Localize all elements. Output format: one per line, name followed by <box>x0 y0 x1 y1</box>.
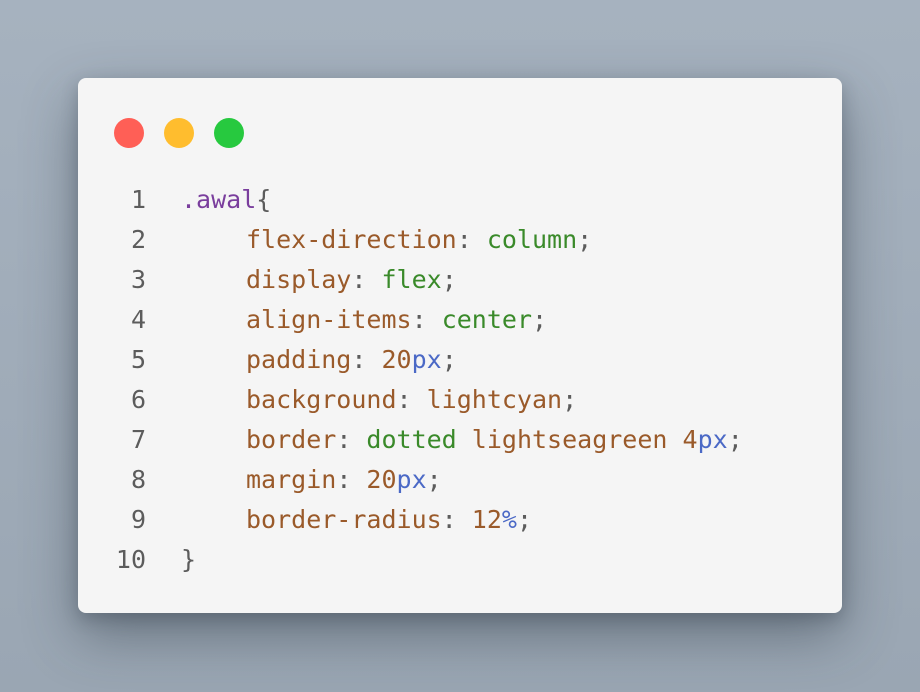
code-line: 6 background: lightcyan; <box>78 380 842 420</box>
code-token: dotted <box>366 425 457 454</box>
code-token: column <box>486 225 578 254</box>
code-token: display <box>246 265 352 294</box>
code-block: 1 .awal{2 flex-direction: column; 3 display:… <box>78 180 842 580</box>
code-text: border-radius: 12%; <box>181 500 532 540</box>
code-line: 10} <box>78 540 842 580</box>
code-line: 8 margin: 20px; <box>78 460 842 500</box>
code-token: ; <box>727 425 743 454</box>
code-token: 4 <box>682 425 698 454</box>
close-dot-icon[interactable] <box>114 118 144 148</box>
code-text: } <box>181 540 196 580</box>
code-token: ; <box>562 385 578 414</box>
code-token: .awal <box>181 185 257 214</box>
code-token: 20 <box>381 345 412 374</box>
code-token: % <box>501 505 517 534</box>
code-token: flex <box>381 265 442 294</box>
code-token: padding <box>246 345 352 374</box>
code-token: margin <box>246 465 337 494</box>
code-token: border-radius <box>246 505 442 534</box>
code-token: flex-direction <box>246 225 457 254</box>
code-line: 2 flex-direction: column; <box>78 220 842 260</box>
code-text: background: lightcyan; <box>181 380 577 420</box>
code-token: px <box>411 345 442 374</box>
code-line: 7 border: dotted lightseagreen 4px; <box>78 420 842 460</box>
line-number: 9 <box>130 505 146 534</box>
code-text: padding: 20px; <box>181 340 457 380</box>
code-token: center <box>441 305 532 334</box>
code-token: } <box>181 545 197 574</box>
code-text: border: dotted lightseagreen 4px; <box>181 420 743 460</box>
code-token: 20 <box>366 465 397 494</box>
line-number: 10 <box>115 545 146 574</box>
code-token: ; <box>532 305 548 334</box>
code-token: : <box>351 345 382 374</box>
code-token: background <box>246 385 397 414</box>
code-text: margin: 20px; <box>181 460 442 500</box>
code-line: 9 border-radius: 12%; <box>78 500 842 540</box>
line-number: 2 <box>130 225 146 254</box>
line-number: 1 <box>130 185 146 214</box>
maximize-dot-icon[interactable] <box>214 118 244 148</box>
code-token: : <box>351 265 382 294</box>
line-number: 3 <box>130 265 146 294</box>
code-line: 3 display: flex; <box>78 260 842 300</box>
code-text: flex-direction: column; <box>181 220 592 260</box>
code-line: 1 .awal{ <box>78 180 842 220</box>
code-token: border <box>246 425 337 454</box>
code-token: { <box>256 185 272 214</box>
code-window: 1 .awal{2 flex-direction: column; 3 display:… <box>78 78 842 613</box>
code-token: ; <box>441 265 457 294</box>
minimize-dot-icon[interactable] <box>164 118 194 148</box>
line-number: 5 <box>130 345 146 374</box>
line-number: 7 <box>130 425 146 454</box>
line-number: 6 <box>130 385 146 414</box>
code-text: .awal{ <box>181 180 271 220</box>
line-number: 8 <box>130 465 146 494</box>
line-number: 4 <box>130 305 146 334</box>
code-token: : <box>396 385 427 414</box>
code-token: : <box>336 425 367 454</box>
code-token: 12 <box>471 505 502 534</box>
code-token: px <box>396 465 427 494</box>
code-token: : <box>411 305 442 334</box>
code-token: ; <box>426 465 442 494</box>
code-token: align-items <box>246 305 412 334</box>
code-token: ; <box>577 225 593 254</box>
code-token: : <box>336 465 367 494</box>
code-token: px <box>697 425 728 454</box>
code-text: align-items: center; <box>181 300 547 340</box>
code-token: lightcyan <box>426 385 563 414</box>
code-line: 4 align-items: center; <box>78 300 842 340</box>
code-line: 5 padding: 20px; <box>78 340 842 380</box>
code-token: ; <box>516 505 533 534</box>
code-text: display: flex; <box>181 260 457 300</box>
code-token: : <box>456 225 487 254</box>
code-token: ; <box>441 345 457 374</box>
code-token: : <box>441 505 472 534</box>
code-token: lightseagreen <box>471 425 668 454</box>
